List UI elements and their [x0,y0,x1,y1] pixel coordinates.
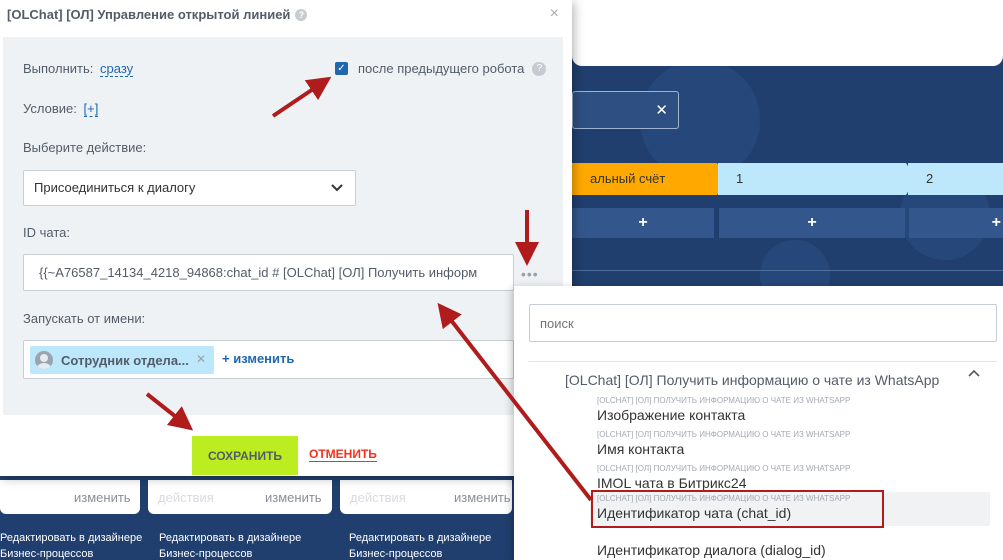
field-selector-popup: [OLChat] [ОЛ] Получить информацию о чате… [514,286,1003,560]
list-item[interactable]: [OLCHAT] [ОЛ] ПОЛУЧИТЬ ИНФОРМАЦИЮ О ЧАТЕ… [590,428,990,462]
item-value: Изображение контакта [597,407,746,423]
item-caption: [OLCHAT] [ОЛ] ПОЛУЧИТЬ ИНФОРМАЦИЮ О ЧАТЕ… [597,396,851,405]
item-caption: [OLCHAT] [ОЛ] ПОЛУЧИТЬ ИНФОРМАЦИЮ О ЧАТЕ… [597,494,851,503]
robot-settings-dialog: [OLChat] [ОЛ] Управление открытой линией… [0,0,572,476]
list-item-selected[interactable]: [OLCHAT] [ОЛ] ПОЛУЧИТЬ ИНФОРМАЦИЮ О ЧАТЕ… [590,492,990,526]
card-ghost-text: действия [158,490,214,505]
designer-header-panel [572,0,1003,66]
add-robot-button[interactable]: + [572,208,714,238]
group-title[interactable]: [OLChat] [ОЛ] Получить информацию о чате… [565,372,939,388]
search-input[interactable] [529,304,997,342]
save-button[interactable]: СОХРАНИТЬ [192,436,298,475]
filter-field[interactable]: ✕ [572,91,679,129]
after-previous-checkbox[interactable]: ✓ [335,62,348,75]
add-robot-button[interactable]: + [909,208,1003,238]
card-edit-link[interactable]: изменить [265,490,322,505]
edit-in-designer-link[interactable]: Редактировать в дизайнере Бизнес-процесс… [0,530,180,560]
user-name: Сотрудник отдела... [61,352,189,368]
action-select[interactable]: Присоединиться к диалогу [23,170,356,206]
chat-id-label: ID чата: [23,225,70,240]
stage-column[interactable]: альный счёт [572,163,727,195]
chevron-up-icon[interactable] [967,366,981,385]
chat-id-input[interactable]: {{~A76587_14134_4218_94868:chat_id # [OL… [23,254,514,291]
execute-row: Выполнить: сразу [23,61,134,77]
cancel-button[interactable]: ОТМЕНИТЬ [309,447,377,462]
divider [572,270,1003,271]
edit-in-designer-link[interactable]: Редактировать в дизайнере Бизнес-процесс… [349,530,499,560]
stage-column[interactable]: 2 [908,163,1003,195]
divider [529,361,997,362]
insert-value-dots-icon[interactable]: ••• [521,266,539,282]
run-as-field[interactable]: Сотрудник отдела... ✕ + изменить [23,340,514,379]
change-user-link[interactable]: + изменить [222,351,294,366]
robot-card[interactable]: изменить [0,480,140,514]
after-previous-label[interactable]: после предыдущего робота [358,61,524,76]
card-edit-link[interactable]: изменить [454,490,511,505]
condition-row: Условие: [+] [23,101,99,117]
after-previous-robot-option[interactable]: ✓ после предыдущего робота ? [335,61,547,76]
robot-card[interactable]: действия изменить [340,480,512,514]
list-item[interactable]: [OLCHAT] [ОЛ] ПОЛУЧИТЬ ИНФОРМАЦИЮ О ЧАТЕ… [590,394,990,428]
clear-icon[interactable]: ✕ [655,101,668,119]
item-value: Идентификатор диалога (dialog_id) [597,542,826,558]
help-icon[interactable]: ? [532,61,547,76]
dialog-form: Выполнить: сразу ✓ после предыдущего роб… [3,37,563,415]
list-item[interactable]: Идентификатор диалога (dialog_id) [590,528,990,560]
execute-timing-link[interactable]: сразу [100,61,134,77]
add-condition-link[interactable]: [+] [83,101,99,117]
item-caption: [OLCHAT] [ОЛ] ПОЛУЧИТЬ ИНФОРМАЦИЮ О ЧАТЕ… [597,430,851,439]
avatar [35,351,53,369]
card-ghost-text: действия [350,490,406,505]
card-edit-link[interactable]: изменить [74,490,131,505]
help-icon[interactable]: ? [295,9,308,21]
user-tag[interactable]: Сотрудник отдела... ✕ [30,346,214,374]
stage-column[interactable]: 1 [718,163,916,195]
close-icon[interactable]: × [550,5,559,23]
chevron-down-icon [331,171,343,218]
robot-card[interactable]: действия изменить [148,480,332,514]
action-label: Выберите действие: [23,140,147,155]
run-as-label: Запускать от имени: [23,311,146,326]
item-value: Идентификатор чата (chat_id) [597,505,792,521]
edit-in-designer-link[interactable]: Редактировать в дизайнере Бизнес-процесс… [159,530,339,560]
item-value: Имя контакта [597,441,685,457]
item-caption: [OLCHAT] [ОЛ] ПОЛУЧИТЬ ИНФОРМАЦИЮ О ЧАТЕ… [597,464,851,473]
dialog-title: [OLChat] [ОЛ] Управление открытой линией… [7,7,308,22]
list-item[interactable]: [OLCHAT] [ОЛ] ПОЛУЧИТЬ ИНФОРМАЦИЮ О ЧАТЕ… [590,462,990,496]
add-robot-button[interactable]: + [719,208,905,238]
remove-user-icon[interactable]: ✕ [196,352,206,366]
item-value: IMOL чата в Битрикс24 [597,475,747,491]
action-select-value: Присоединиться к диалогу [34,180,196,195]
